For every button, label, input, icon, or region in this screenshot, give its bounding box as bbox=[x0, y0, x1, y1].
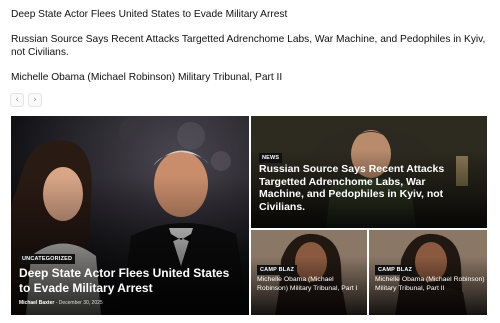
category-badge[interactable]: CAMP BLAZ bbox=[257, 265, 298, 275]
featured-post-main[interactable]: UNCATEGORIZED Deep State Actor Flees Uni… bbox=[11, 116, 249, 315]
post-title[interactable]: Michelle Obama (Michael Robinson) Milita… bbox=[375, 275, 485, 293]
featured-post-bottom-left[interactable]: CAMP BLAZ Michelle Obama (Michael Robins… bbox=[251, 230, 367, 315]
meta-separator: - bbox=[55, 300, 58, 306]
featured-post-bottom-right[interactable]: CAMP BLAZ Michelle Obama (Michael Robins… bbox=[369, 230, 487, 315]
post-meta: Michael Baxter - December 30, 2025 bbox=[19, 300, 103, 306]
post-title[interactable]: Deep State Actor Flees United States to … bbox=[19, 266, 241, 295]
post-title[interactable]: Michelle Obama (Michael Robinson) Milita… bbox=[257, 275, 365, 293]
ticker-item[interactable]: Russian Source Says Recent Attacks Targe… bbox=[11, 33, 493, 59]
ticker-item[interactable]: Michelle Obama (Michael Robinson) Milita… bbox=[11, 71, 493, 84]
chevron-left-icon[interactable]: ‹ bbox=[10, 93, 24, 107]
category-badge[interactable]: NEWS bbox=[259, 153, 283, 163]
post-title[interactable]: Russian Source Says Recent Attacks Targe… bbox=[259, 163, 451, 213]
post-date: December 30, 2025 bbox=[58, 300, 103, 306]
ticker-item[interactable]: Deep State Actor Flees United States to … bbox=[11, 8, 493, 21]
category-badge[interactable]: UNCATEGORIZED bbox=[19, 254, 76, 264]
category-badge[interactable]: CAMP BLAZ bbox=[375, 265, 416, 275]
featured-post-top-right[interactable]: NEWS Russian Source Says Recent Attacks … bbox=[251, 116, 487, 228]
slider-nav: ‹ › bbox=[10, 93, 42, 107]
chevron-right-icon[interactable]: › bbox=[28, 93, 42, 107]
post-author[interactable]: Michael Baxter bbox=[19, 300, 54, 306]
